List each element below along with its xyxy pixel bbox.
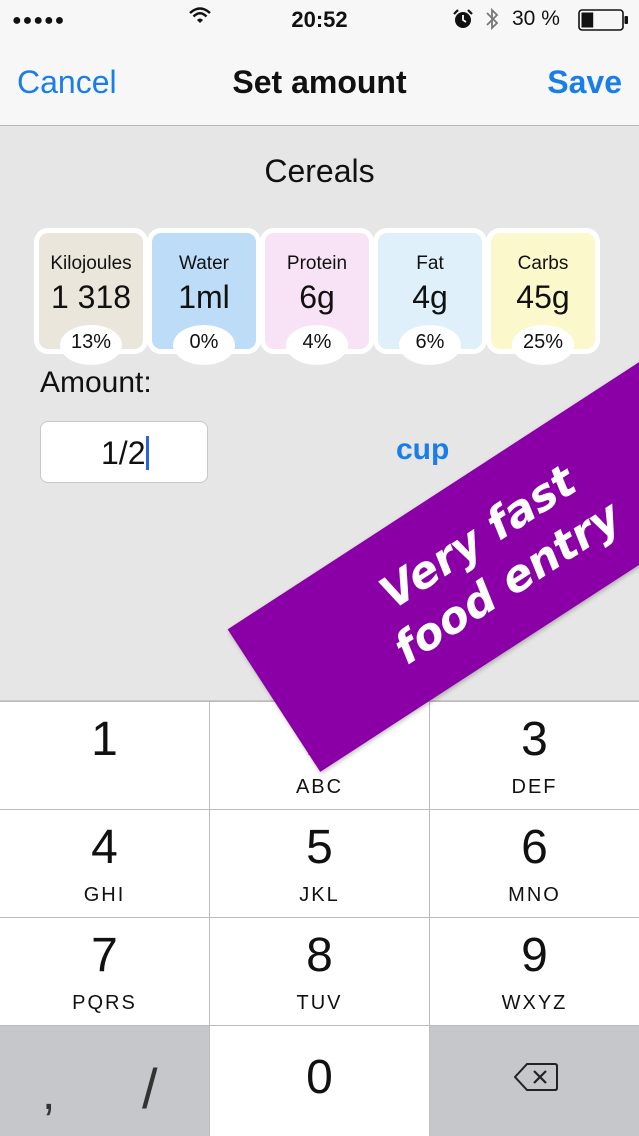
key-letters: MNO [508,884,561,906]
navigation-bar: Cancel Set amount Save [0,40,639,126]
nutrient-value: 6g [299,279,335,315]
nutrient-value: 1 318 [50,279,132,315]
key-0[interactable]: 0 [210,1026,429,1136]
key-7[interactable]: 7 PQRS [0,918,209,1025]
nutrient-percent: 6% [399,325,461,365]
nutrient-label: Water [179,253,229,274]
key-letters: TUV [296,992,343,1014]
backspace-icon [513,1062,558,1097]
nutrient-percent: 0% [173,325,235,365]
key-digit: 0 [306,1051,333,1104]
key-letters: ABC [295,776,344,798]
key-9[interactable]: 9 WXYZ [430,918,639,1025]
nutrient-card-protein: Protein 6g 4% [260,228,374,365]
nutrient-percent: 4% [286,325,348,365]
key-1[interactable]: 1 [0,702,209,809]
comma-slash-key[interactable]: , / [0,1026,209,1136]
battery-percent: 30 % [512,7,560,30]
key-3[interactable]: 3 DEF [430,702,639,809]
key-4[interactable]: 4 GHI [0,810,209,917]
nutrient-card-fat: Fat 4g 6% [373,228,487,365]
amount-input[interactable]: 1/2 [40,421,208,483]
key-digit: 9 [521,929,548,982]
nutrient-value: 4g [412,279,448,315]
nutrient-percent: 25% [512,325,574,365]
key-letters: PQRS [72,992,137,1014]
key-digit: 8 [306,929,333,982]
amount-label: Amount: [40,366,152,399]
key-digit: 6 [521,821,548,874]
key-letters: WXYZ [501,992,568,1014]
nutrient-label: Protein [286,253,348,274]
comma-label: , [42,1067,56,1120]
nutrient-percent: 13% [60,325,122,365]
food-name: Cereals [264,153,375,189]
battery-icon [578,9,630,36]
key-6[interactable]: 6 MNO [430,810,639,917]
nutrient-label: Fat [416,253,444,274]
nutrient-card-carbs: Carbs 45g 25% [486,228,600,365]
key-8[interactable]: 8 TUV [210,918,429,1025]
nutrient-label: Kilojoules [50,253,132,274]
unit-selector[interactable]: cup [396,433,449,467]
alarm-icon [452,8,474,35]
key-digit: 7 [91,929,118,982]
nutrient-cards: Kilojoules 1 318 13% Water 1ml 0% Protei… [34,228,600,365]
slash-label: / [142,1057,158,1120]
key-letters: JKL [299,884,340,906]
save-button[interactable]: Save [547,64,622,101]
page-title: Set amount [232,64,407,100]
delete-key[interactable] [430,1026,639,1136]
key-digit: 3 [521,713,548,766]
text-cursor [146,436,150,470]
status-bar: ●●●●● 20:52 30 % [0,0,639,40]
nutrient-card-water: Water 1ml 0% [147,228,261,365]
bluetooth-icon [484,6,500,37]
nutrient-card-kilojoules: Kilojoules 1 318 13% [34,228,148,365]
nutrient-value: 45g [516,279,570,315]
nutrient-value: 1ml [178,279,230,315]
nutrient-label: Carbs [517,253,569,274]
amount-value: 1/2 [101,435,146,471]
key-digit: 5 [306,821,333,874]
key-letters: DEF [511,776,558,798]
key-digit: 4 [91,821,118,874]
key-digit: 1 [91,713,118,766]
key-letters: GHI [83,884,126,906]
key-5[interactable]: 5 JKL [210,810,429,917]
